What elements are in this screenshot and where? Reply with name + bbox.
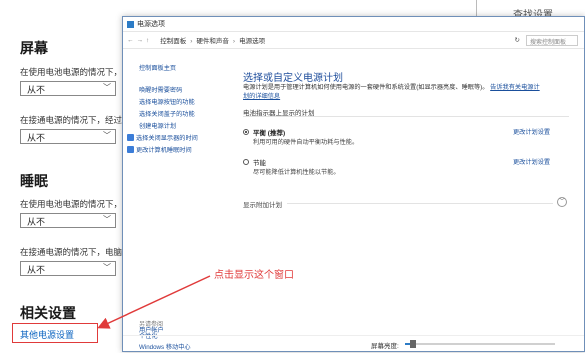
annotation-arrow (97, 275, 211, 329)
